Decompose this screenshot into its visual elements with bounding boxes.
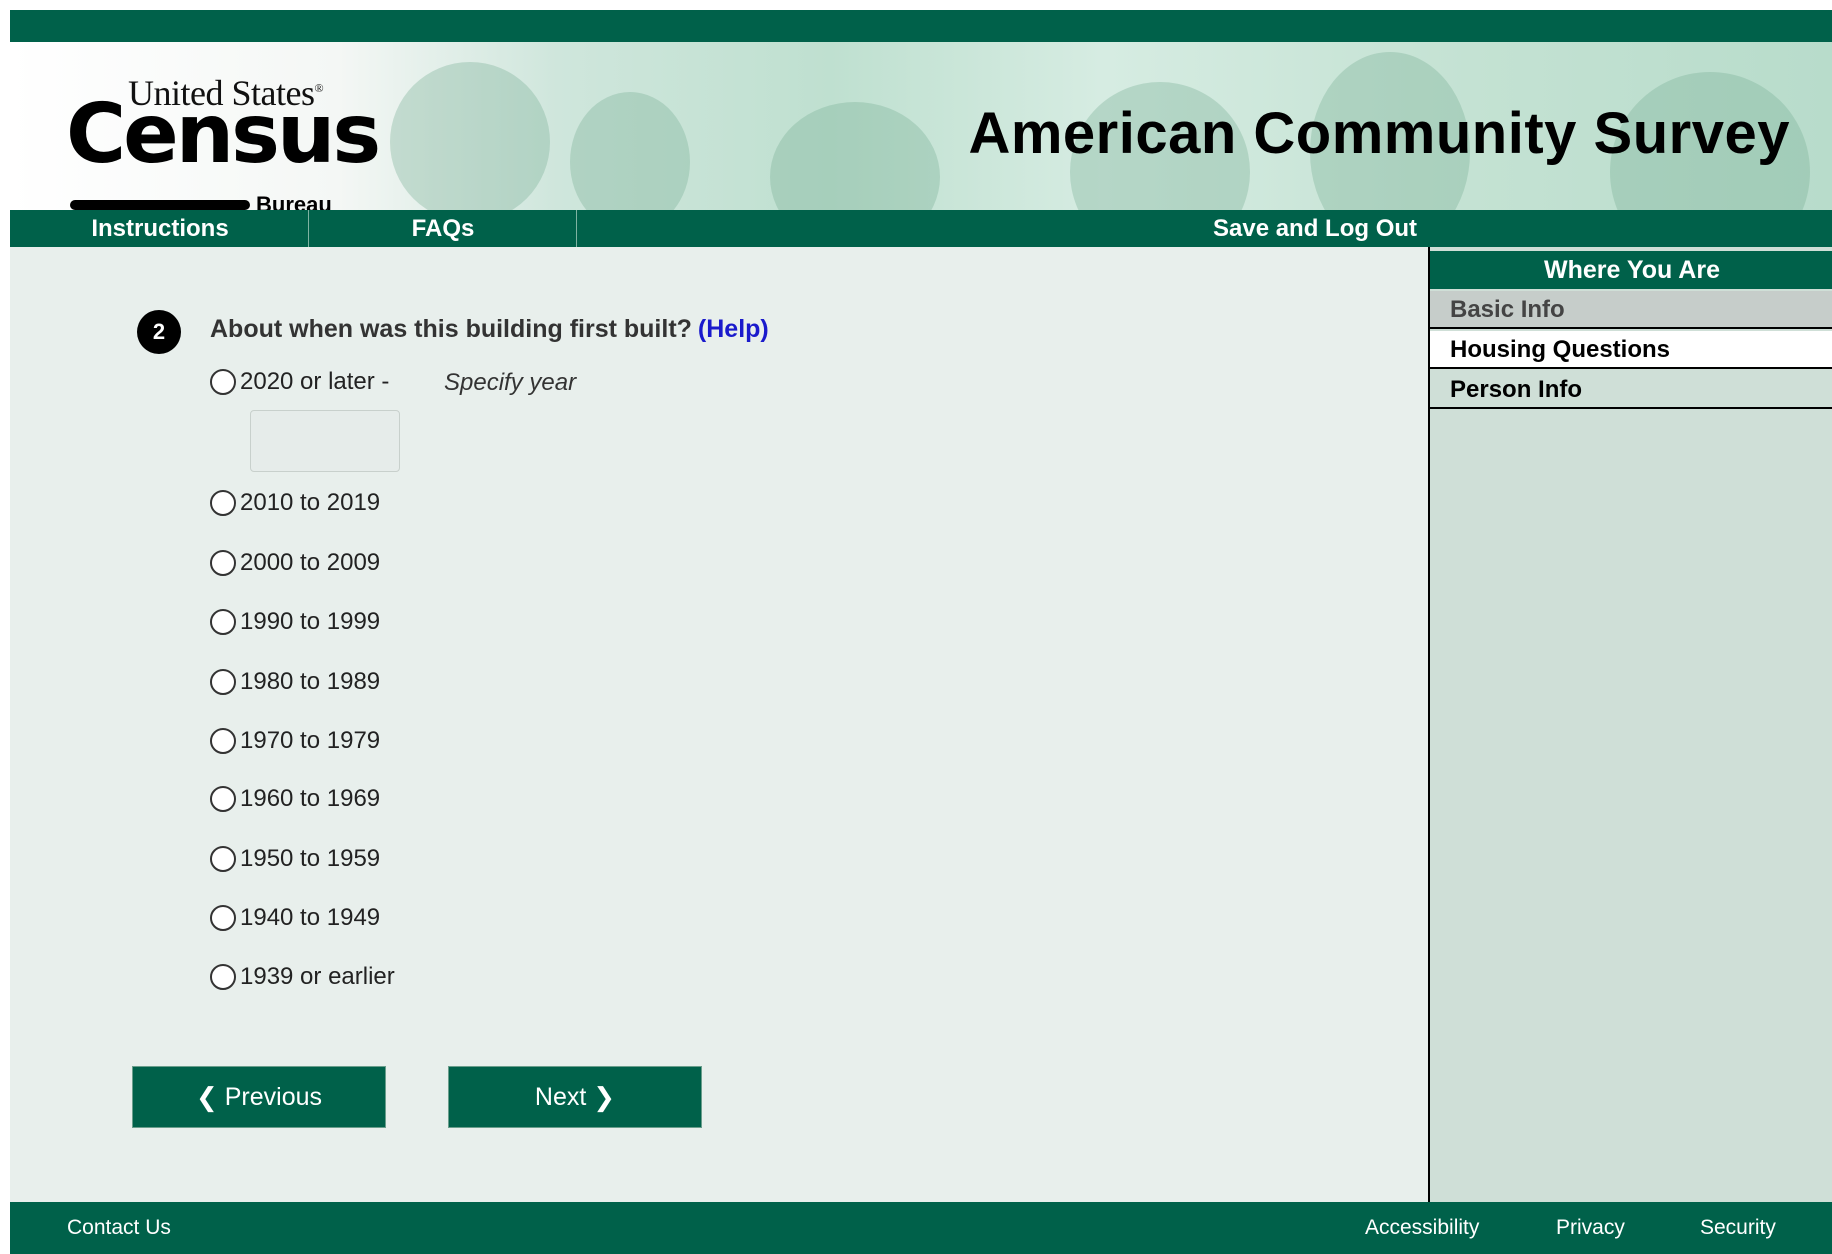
where-you-are-title: Where You Are bbox=[1430, 251, 1832, 289]
radio-button[interactable] bbox=[210, 964, 236, 990]
question-area: 2 About when was this building first bui… bbox=[10, 247, 1426, 1202]
header-photo-shape bbox=[390, 62, 550, 210]
chevron-right-icon: ❯ bbox=[593, 1081, 616, 1112]
site-header: United States® Census Bureau American Co… bbox=[10, 42, 1832, 210]
header-photo-shape bbox=[770, 102, 940, 210]
sidebar-item-person-info[interactable]: Person Info bbox=[1430, 371, 1832, 409]
option-1939-or-earlier[interactable]: 1939 or earlier bbox=[210, 961, 395, 993]
option-label: 1980 to 1989 bbox=[240, 668, 381, 695]
chevron-left-icon: ❮ bbox=[195, 1081, 218, 1112]
option-label: 2020 or later - bbox=[240, 368, 390, 395]
question-number-badge: 2 bbox=[137, 310, 181, 354]
nav-save-logout[interactable]: Save and Log Out bbox=[1190, 210, 1440, 247]
census-bureau-logo[interactable]: United States® Census Bureau bbox=[66, 72, 381, 210]
option-2000-2009[interactable]: 2000 to 2009 bbox=[210, 547, 380, 579]
site-footer: Contact Us Accessibility Privacy Securit… bbox=[10, 1202, 1832, 1254]
option-label: 1939 or earlier bbox=[240, 963, 395, 990]
option-label: 1990 to 1999 bbox=[240, 608, 381, 635]
option-1950-1959[interactable]: 1950 to 1959 bbox=[210, 843, 380, 875]
page-frame: United States® Census Bureau American Co… bbox=[10, 10, 1832, 1254]
sidebar-item-housing-questions[interactable]: Housing Questions bbox=[1430, 331, 1832, 369]
top-band bbox=[10, 10, 1832, 42]
option-1970-1979[interactable]: 1970 to 1979 bbox=[210, 725, 380, 757]
nav-divider bbox=[576, 210, 577, 247]
nav-faqs[interactable]: FAQs bbox=[310, 210, 576, 247]
specify-year-label: Specify year bbox=[444, 369, 577, 396]
radio-button[interactable] bbox=[210, 490, 236, 516]
logo-census: Census bbox=[66, 87, 381, 182]
option-1980-1989[interactable]: 1980 to 1989 bbox=[210, 666, 380, 698]
where-you-are-panel: Where You Are Basic Info Housing Questio… bbox=[1428, 247, 1832, 1202]
help-link[interactable]: (Help) bbox=[698, 315, 769, 343]
nav-instructions[interactable]: Instructions bbox=[10, 210, 310, 247]
footer-privacy-link[interactable]: Privacy bbox=[1556, 1202, 1625, 1254]
question-label: About when was this building first built… bbox=[210, 315, 692, 343]
footer-accessibility-link[interactable]: Accessibility bbox=[1365, 1202, 1479, 1254]
previous-label: Previous bbox=[224, 1082, 322, 1111]
radio-button[interactable] bbox=[210, 905, 236, 931]
radio-button[interactable] bbox=[210, 669, 236, 695]
option-2010-2019[interactable]: 2010 to 2019 bbox=[210, 487, 380, 519]
option-1960-1969[interactable]: 1960 to 1969 bbox=[210, 783, 380, 815]
header-photo-shape bbox=[570, 92, 690, 210]
option-2020-or-later[interactable]: 2020 or later - bbox=[210, 366, 389, 398]
option-label: 1950 to 1959 bbox=[240, 845, 381, 872]
logo-bureau: Bureau bbox=[256, 192, 332, 210]
site-title: American Community Survey bbox=[968, 101, 1790, 166]
option-label: 2010 to 2019 bbox=[240, 489, 381, 516]
option-label: 2000 to 2009 bbox=[240, 549, 381, 576]
nav-divider bbox=[308, 210, 309, 247]
radio-button[interactable] bbox=[210, 728, 236, 754]
footer-contact-link[interactable]: Contact Us bbox=[67, 1202, 171, 1254]
option-label: 1970 to 1979 bbox=[240, 727, 381, 754]
radio-button[interactable] bbox=[210, 786, 236, 812]
radio-button[interactable] bbox=[210, 846, 236, 872]
main-nav: Instructions FAQs Save and Log Out bbox=[10, 210, 1832, 247]
logo-bar bbox=[70, 200, 250, 210]
radio-button[interactable] bbox=[210, 369, 236, 395]
next-button[interactable]: Next ❯ bbox=[448, 1066, 702, 1128]
radio-button[interactable] bbox=[210, 609, 236, 635]
year-input[interactable] bbox=[250, 410, 400, 472]
option-1940-1949[interactable]: 1940 to 1949 bbox=[210, 902, 380, 934]
option-label: 1940 to 1949 bbox=[240, 904, 381, 931]
radio-button[interactable] bbox=[210, 550, 236, 576]
option-1990-1999[interactable]: 1990 to 1999 bbox=[210, 606, 380, 638]
previous-button[interactable]: ❮ Previous bbox=[132, 1066, 386, 1128]
sidebar-item-basic-info[interactable]: Basic Info bbox=[1430, 291, 1832, 329]
footer-security-link[interactable]: Security bbox=[1700, 1202, 1776, 1254]
next-label: Next bbox=[534, 1082, 587, 1111]
question-text: About when was this building first built… bbox=[210, 315, 769, 344]
option-label: 1960 to 1969 bbox=[240, 785, 381, 812]
